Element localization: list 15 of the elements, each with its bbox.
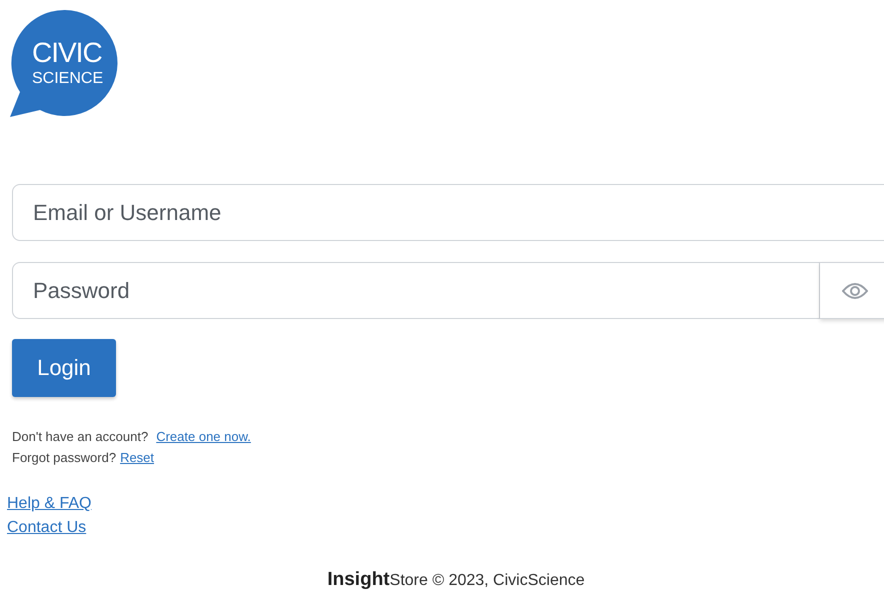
- login-button[interactable]: Login: [12, 339, 116, 397]
- help-link[interactable]: Contact Us: [7, 519, 86, 537]
- logo-text: SCIENCE: [32, 70, 104, 88]
- account-link[interactable]: Create one now.: [156, 429, 251, 444]
- logo-text: CIVIC: [32, 38, 102, 68]
- footer-text: InsightStore © 2023, CivicScience: [327, 572, 585, 589]
- account-link[interactable]: Reset: [120, 450, 154, 465]
- email-field[interactable]: Email or Username: [12, 184, 884, 241]
- prompt-text: Forgot password?: [12, 450, 116, 465]
- show-password-button[interactable]: [820, 262, 884, 319]
- speech-bubble-icon: [10, 8, 120, 118]
- eye-icon: [842, 282, 868, 300]
- help-link[interactable]: Help & FAQ: [7, 495, 92, 513]
- prompt-text: Don't have an account?: [12, 429, 148, 444]
- password-field[interactable]: Password: [12, 262, 820, 319]
